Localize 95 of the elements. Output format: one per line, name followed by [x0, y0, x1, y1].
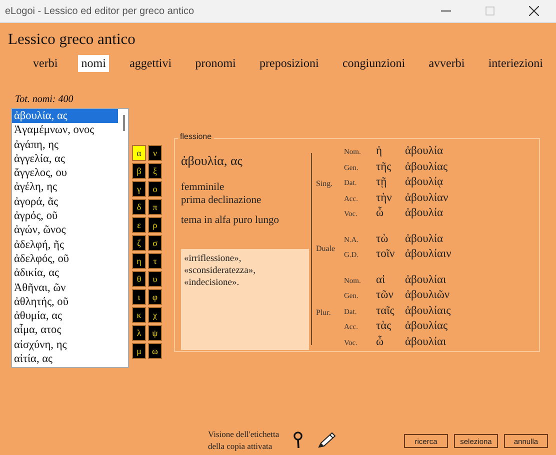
article: τῆς [376, 160, 392, 172]
inflected-form: ἀβουλιῶν [405, 289, 450, 301]
letter-button[interactable]: ο [148, 181, 162, 197]
letter-button[interactable]: ν [148, 145, 162, 161]
list-item[interactable]: ἀγορά, ᾶς [12, 194, 118, 210]
list-item[interactable]: ἀδελφή, ῆς [12, 238, 118, 252]
letter-button[interactable]: ω [148, 343, 162, 359]
letter-button[interactable]: ξ [148, 163, 162, 179]
article: αἱ [376, 274, 386, 286]
letter-button[interactable]: τ [148, 253, 162, 269]
list-item[interactable]: ἀγάπη, ης [12, 138, 118, 152]
list-item[interactable]: Ἀθῆναι, ῶν [12, 280, 118, 295]
list-item[interactable]: αἰσχύνη, ης [12, 338, 118, 352]
letter-button[interactable]: θ [132, 271, 146, 287]
word-list[interactable] [11, 108, 129, 368]
category-tab[interactable]: preposizioni [256, 55, 322, 72]
list-item[interactable]: ἀθλητής, οῦ [12, 294, 118, 310]
declension: prima declinazione [181, 194, 262, 207]
gender: femminile [181, 181, 226, 194]
close-icon[interactable] [529, 6, 539, 16]
letter-button[interactable]: ε [132, 217, 146, 233]
category-tab[interactable]: pronomi [192, 55, 239, 72]
letter-button[interactable]: ι [132, 289, 146, 305]
list-item[interactable]: ἀδελφός, οῦ [12, 252, 118, 266]
list-item[interactable]: ἀθυμία, ας [12, 309, 118, 324]
article: τῶν [376, 289, 394, 301]
letter-button[interactable]: γ [132, 181, 146, 197]
number-label: Duale [316, 244, 336, 252]
list-item[interactable]: ἀγέλη, ης [12, 180, 118, 195]
app-heading: Lessico greco antico [8, 31, 136, 49]
letter-button[interactable]: φ [148, 289, 162, 305]
letter-button[interactable]: μ [132, 343, 146, 359]
inflected-form: ἀβουλία [405, 232, 444, 244]
list-item[interactable]: ἀγών, ῶνος [12, 223, 118, 238]
category-tab[interactable]: congiunzioni [339, 55, 408, 72]
meaning-text: «irriflessione», [184, 253, 242, 265]
letter-button[interactable]: δ [132, 199, 146, 215]
letter-button[interactable]: β [132, 163, 146, 179]
letter-button[interactable]: ρ [148, 217, 162, 233]
stem-type: tema in alfa puro lungo [181, 214, 280, 227]
inflected-form: ἀβουλία [405, 145, 444, 157]
category-tab[interactable]: avverbi [426, 55, 468, 72]
category-tab[interactable]: verbi [30, 55, 61, 72]
list-item[interactable]: αἷμα, ατος [12, 323, 118, 338]
inflected-form: ἀβουλίαις [405, 304, 451, 316]
letter-button[interactable]: η [132, 253, 146, 269]
letter-button[interactable]: ζ [132, 235, 146, 251]
list-item[interactable]: ἀγρός, οῦ [12, 209, 118, 224]
article: τὼ [376, 232, 390, 244]
maximize-icon [485, 6, 495, 16]
article: τῇ [376, 176, 388, 188]
list-item[interactable]: Ἀγαμέμνων, ονος [12, 123, 118, 138]
number-label: Plur. [316, 308, 332, 317]
inflected-form: ἀβουλίαι [405, 336, 446, 348]
article: ὦ [376, 336, 385, 348]
list-item[interactable]: αἰτία, ας [12, 352, 118, 366]
status-note: Visione dell'etichetta della copia attivata [208, 428, 280, 452]
lemma: ἀβουλία, ας [181, 153, 244, 169]
inflected-form: ἀβουλίας [405, 320, 448, 332]
list-item[interactable]: ἀδικία, ας [12, 266, 118, 281]
inflected-form: ἀβουλίας [405, 160, 448, 172]
scrollbar-thumb[interactable] [123, 115, 125, 131]
letter-button[interactable]: ψ [148, 325, 162, 341]
article: τὴν [376, 192, 393, 204]
number-label: Sing. [316, 179, 334, 188]
letter-button[interactable]: χ [148, 307, 162, 323]
letter-button[interactable]: α [132, 145, 146, 161]
inflected-form: ἀβουλίαν [405, 192, 448, 204]
inflected-form: ἀβουλίαι [405, 274, 446, 286]
inflected-form: ἀβουλίᾳ [405, 176, 444, 188]
letter-button[interactable]: λ [132, 325, 146, 341]
category-tab[interactable]: nomi [78, 55, 109, 72]
article: ἡ [376, 145, 384, 157]
list-item[interactable]: ἀβουλία, ας [12, 109, 118, 124]
list-item[interactable]: ἄγγελος, ου [12, 166, 118, 180]
list-item[interactable]: ἀγγελία, ας [12, 152, 118, 166]
letter-button[interactable]: υ [148, 271, 162, 287]
letter-button[interactable]: κ [132, 307, 146, 323]
article: ταῖς [376, 304, 396, 316]
category-tab[interactable]: interiezioni [485, 55, 546, 72]
article: τοῖν [376, 248, 396, 260]
window-title: eLogoi - Lessico ed editor per greco antico [5, 6, 196, 16]
group-legend: flessione [178, 132, 214, 141]
meaning-text: «indecisione». [184, 277, 240, 289]
letter-button[interactable]: π [148, 199, 162, 215]
magnifier-icon[interactable] [293, 431, 304, 449]
total-count: Tot. nomi: 400 [15, 94, 74, 105]
pencil-icon[interactable] [317, 431, 338, 449]
article: τὰς [376, 320, 392, 332]
category-tab[interactable]: aggettivi [126, 55, 175, 72]
article: ὦ [376, 207, 385, 219]
inflected-form: ἀβουλία [405, 207, 444, 219]
letter-button[interactable]: σ [148, 235, 162, 251]
inflected-form: ἀβουλίαιν [405, 248, 452, 260]
meaning-text: «sconsideratezza», [184, 265, 256, 277]
